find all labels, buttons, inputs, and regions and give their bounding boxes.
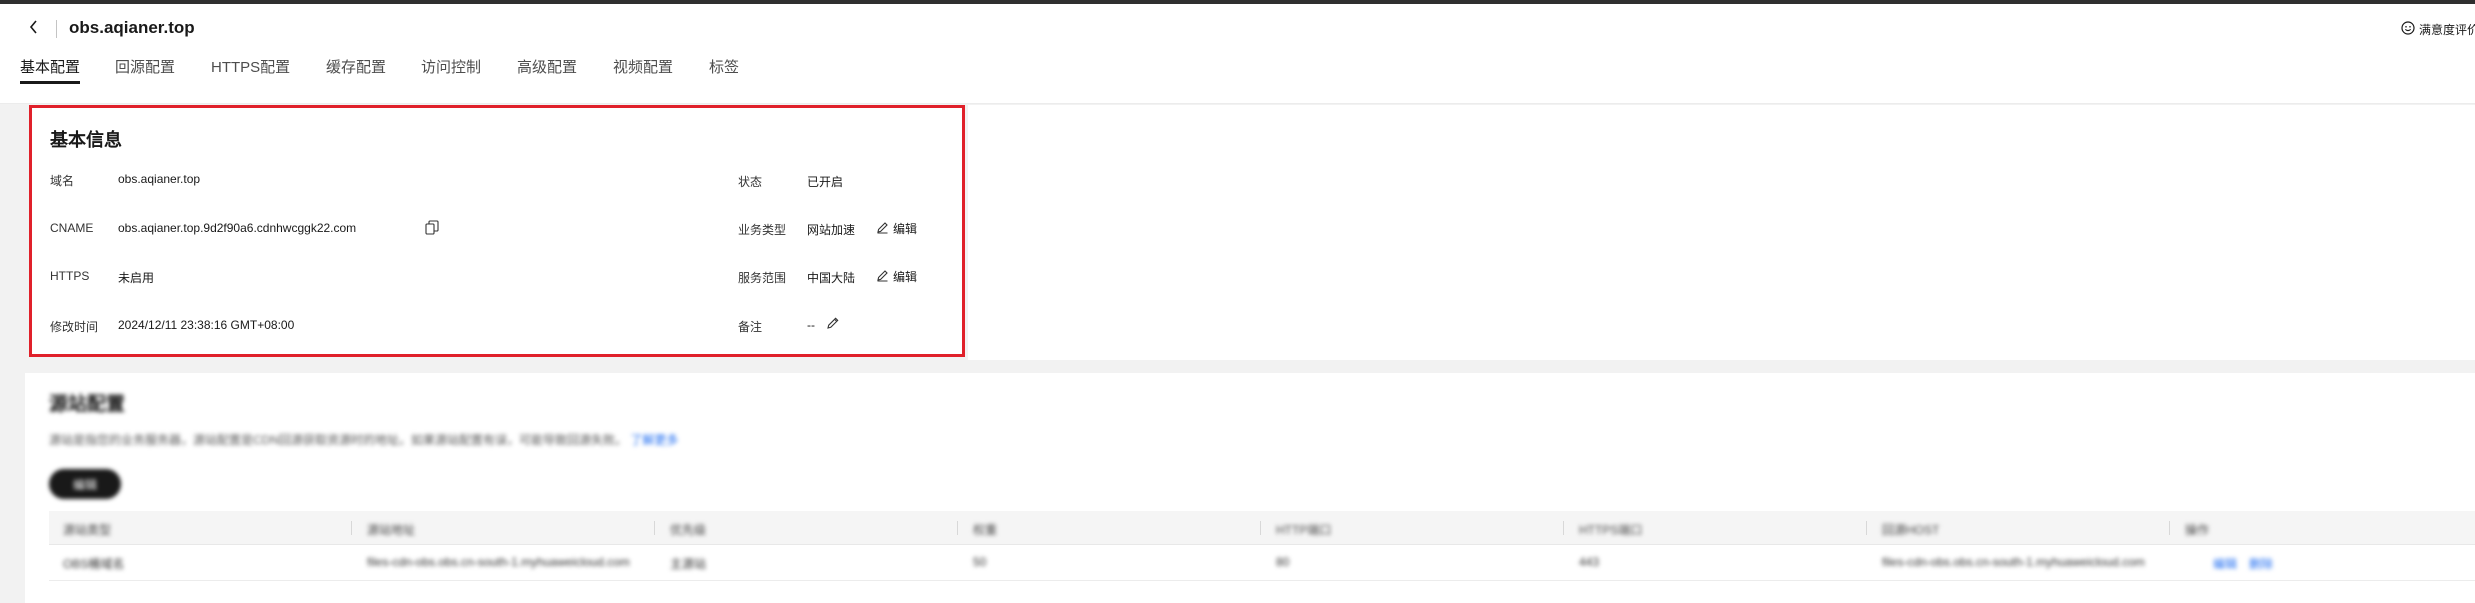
basic-info-title: 基本信息 xyxy=(50,130,122,150)
page-header: obs.aqianer.top 满意度评价 基本配置 回源配置 HTTPS配置 … xyxy=(0,4,2475,104)
column-header: HTTPS端口 xyxy=(1579,523,1643,537)
origin-table-header: 源站类型 源站地址 优先级 权重 HTTP端口 HTTPS端口 回源HOST 操… xyxy=(49,511,2475,545)
smile-icon xyxy=(2401,21,2415,38)
feedback-label: 满意度评价 xyxy=(2418,23,2475,37)
column-separator xyxy=(2169,521,2170,535)
remark-value: -- xyxy=(807,318,815,332)
tab-video-config[interactable]: 视频配置 xyxy=(613,56,673,82)
tab-advanced-config[interactable]: 高级配置 xyxy=(517,56,577,82)
pencil-icon xyxy=(876,221,889,237)
tab-access-control[interactable]: 访问控制 xyxy=(421,56,481,82)
edit-service-scope-button[interactable]: 编辑 xyxy=(876,268,917,285)
copy-icon xyxy=(425,220,439,240)
feedback-button[interactable]: 满意度评价 xyxy=(2401,21,2475,38)
row-edit-link[interactable]: 编辑 xyxy=(2213,555,2237,572)
table-cell: 主源站 xyxy=(670,557,707,571)
column-header: 优先级 xyxy=(670,523,707,537)
column-separator xyxy=(351,521,352,535)
tab-cache-config[interactable]: 缓存配置 xyxy=(326,56,386,82)
pencil-icon xyxy=(826,316,840,335)
business-type-label: 业务类型 xyxy=(738,223,787,237)
column-separator xyxy=(1563,521,1564,535)
https-value: 未启用 xyxy=(118,271,155,285)
service-scope-label: 服务范围 xyxy=(738,271,787,285)
tab-https-config[interactable]: HTTPS配置 xyxy=(211,56,290,82)
column-header: 源站类型 xyxy=(63,523,112,537)
title-divider xyxy=(56,20,57,38)
table-cell: files-cdn-obs.obs.cn-south-1.myhuaweiclo… xyxy=(1882,555,2145,569)
header-divider xyxy=(0,103,2475,104)
column-separator xyxy=(654,521,655,535)
tab-origin-config[interactable]: 回源配置 xyxy=(115,56,175,82)
pencil-icon xyxy=(876,269,889,285)
column-header: 回源HOST xyxy=(1882,523,1940,537)
modified-time-label: 修改时间 xyxy=(50,320,99,334)
table-cell: 80 xyxy=(1276,555,1290,569)
edit-business-type-button[interactable]: 编辑 xyxy=(876,220,917,237)
table-cell: files-cdn-obs.obs.cn-south-1.myhuaweiclo… xyxy=(367,555,630,569)
cname-value: obs.aqianer.top.9d2f90a6.cdnhwcggk22.com xyxy=(118,221,357,235)
status-value: 已开启 xyxy=(807,175,844,189)
column-separator xyxy=(1866,521,1867,535)
chevron-left-icon xyxy=(28,19,40,39)
table-cell: OBS桶域名 xyxy=(63,557,125,571)
origin-config-section: 源站配置 源站是指您的业务服务器，源站配置是CDN回源获取资源时的地址。如果源站… xyxy=(25,373,2475,603)
domain-value: obs.aqianer.top xyxy=(118,172,201,186)
column-separator xyxy=(957,521,958,535)
edit-origin-button[interactable]: 编辑 xyxy=(49,469,121,499)
edit-remark-button[interactable] xyxy=(826,316,840,335)
learn-more-link[interactable]: 了解更多 xyxy=(630,433,678,447)
basic-info-card: 基本信息 域名 obs.aqianer.top CNAME obs.aqiane… xyxy=(29,105,965,357)
basic-info-background xyxy=(968,105,2475,360)
origin-section-description: 源站是指您的业务服务器，源站配置是CDN回源获取资源时的地址。如果源站配置有误，… xyxy=(49,431,678,448)
column-header: HTTP端口 xyxy=(1276,523,1332,537)
status-label: 状态 xyxy=(738,175,763,189)
https-label: HTTPS xyxy=(50,269,90,283)
back-button[interactable] xyxy=(22,16,46,42)
row-delete-link[interactable]: 删除 xyxy=(2249,555,2273,572)
tab-basic-config[interactable]: 基本配置 xyxy=(20,56,81,84)
column-header: 源站地址 xyxy=(367,523,416,537)
service-scope-value: 中国大陆 xyxy=(807,271,856,285)
column-separator xyxy=(1260,521,1261,535)
business-type-value: 网站加速 xyxy=(807,223,856,237)
modified-time-value: 2024/12/11 23:38:16 GMT+08:00 xyxy=(118,318,295,332)
table-cell: 50 xyxy=(973,555,987,569)
column-header: 权重 xyxy=(973,523,998,537)
page-title: obs.aqianer.top xyxy=(69,18,195,37)
table-cell: 443 xyxy=(1579,555,1600,569)
remark-label: 备注 xyxy=(738,320,763,334)
domain-label: 域名 xyxy=(50,174,75,188)
tab-tags[interactable]: 标签 xyxy=(709,56,739,82)
cname-label: CNAME xyxy=(50,221,94,235)
origin-description-text: 源站是指您的业务服务器，源站配置是CDN回源获取资源时的地址。如果源站配置有误，… xyxy=(49,433,628,447)
table-row: OBS桶域名 files-cdn-obs.obs.cn-south-1.myhu… xyxy=(49,545,2475,581)
column-header: 操作 xyxy=(2185,523,2210,537)
edit-label: 编辑 xyxy=(893,222,918,236)
edit-label: 编辑 xyxy=(893,270,918,284)
origin-section-title: 源站配置 xyxy=(49,394,126,415)
copy-cname-button[interactable] xyxy=(425,220,439,240)
